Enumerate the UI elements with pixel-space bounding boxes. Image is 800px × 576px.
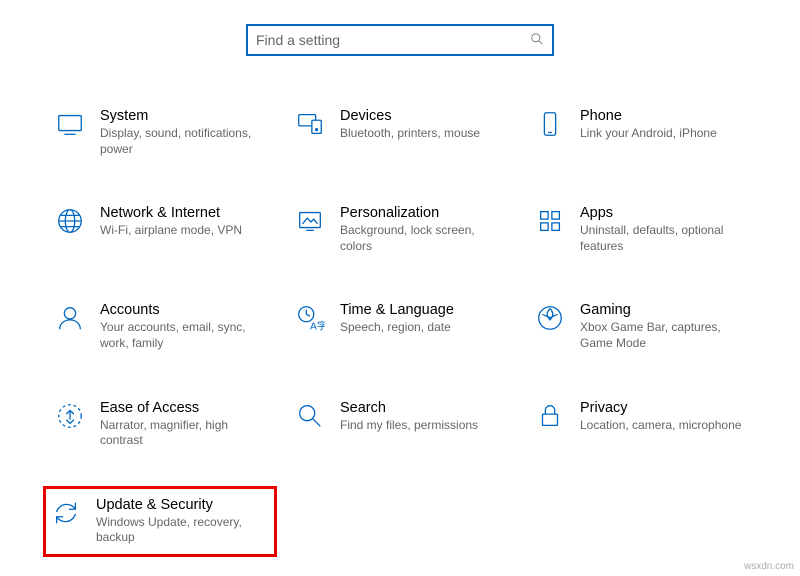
accounts-icon xyxy=(54,302,86,334)
tile-desc: Windows Update, recovery, backup xyxy=(96,515,270,546)
tile-personalization[interactable]: Personalization Background, lock screen,… xyxy=(290,201,510,258)
privacy-icon xyxy=(534,400,566,432)
tile-search[interactable]: Search Find my files, permissions xyxy=(290,396,510,453)
tile-title: Search xyxy=(340,400,506,416)
search-input[interactable] xyxy=(256,32,530,48)
tile-desc: Speech, region, date xyxy=(340,320,506,336)
devices-icon xyxy=(294,108,326,140)
tile-title: Privacy xyxy=(580,400,746,416)
tile-devices[interactable]: Devices Bluetooth, printers, mouse xyxy=(290,104,510,161)
tile-title: Apps xyxy=(580,205,746,221)
tile-desc: Bluetooth, printers, mouse xyxy=(340,126,506,142)
tile-title: Time & Language xyxy=(340,302,506,318)
ease-of-access-icon xyxy=(54,400,86,432)
watermark: wsxdn.com xyxy=(744,561,794,572)
search-category-icon xyxy=(294,400,326,432)
tile-desc: Your accounts, email, sync, work, family xyxy=(100,320,266,351)
tile-network[interactable]: Network & Internet Wi-Fi, airplane mode,… xyxy=(50,201,270,258)
tile-desc: Background, lock screen, colors xyxy=(340,223,506,254)
time-language-icon: A字 xyxy=(294,302,326,334)
tile-title: System xyxy=(100,108,266,124)
tile-title: Gaming xyxy=(580,302,746,318)
apps-icon xyxy=(534,205,566,237)
tile-desc: Narrator, magnifier, high contrast xyxy=(100,418,266,449)
tile-desc: Location, camera, microphone xyxy=(580,418,746,434)
tile-title: Update & Security xyxy=(96,497,270,513)
tile-desc: Find my files, permissions xyxy=(340,418,506,434)
tile-apps[interactable]: Apps Uninstall, defaults, optional featu… xyxy=(530,201,750,258)
update-security-icon xyxy=(50,497,82,529)
tile-system[interactable]: System Display, sound, notifications, po… xyxy=(50,104,270,161)
search-icon xyxy=(530,32,544,49)
tile-accounts[interactable]: Accounts Your accounts, email, sync, wor… xyxy=(50,298,270,355)
tile-update-security[interactable]: Update & Security Windows Update, recove… xyxy=(43,486,277,557)
svg-text:A字: A字 xyxy=(310,320,325,333)
tile-desc: Uninstall, defaults, optional features xyxy=(580,223,746,254)
tile-title: Personalization xyxy=(340,205,506,221)
tile-desc: Link your Android, iPhone xyxy=(580,126,746,142)
tile-title: Network & Internet xyxy=(100,205,266,221)
tile-privacy[interactable]: Privacy Location, camera, microphone xyxy=(530,396,750,453)
network-icon xyxy=(54,205,86,237)
tile-phone[interactable]: Phone Link your Android, iPhone xyxy=(530,104,750,161)
search-box[interactable] xyxy=(246,24,554,56)
tile-desc: Wi-Fi, airplane mode, VPN xyxy=(100,223,266,239)
settings-grid: System Display, sound, notifications, po… xyxy=(50,104,750,550)
personalization-icon xyxy=(294,205,326,237)
tile-title: Phone xyxy=(580,108,746,124)
phone-icon xyxy=(534,108,566,140)
tile-ease-of-access[interactable]: Ease of Access Narrator, magnifier, high… xyxy=(50,396,270,453)
tile-time[interactable]: A字 Time & Language Speech, region, date xyxy=(290,298,510,355)
tile-desc: Display, sound, notifications, power xyxy=(100,126,266,157)
system-icon xyxy=(54,108,86,140)
tile-desc: Xbox Game Bar, captures, Game Mode xyxy=(580,320,746,351)
tile-gaming[interactable]: Gaming Xbox Game Bar, captures, Game Mod… xyxy=(530,298,750,355)
tile-title: Devices xyxy=(340,108,506,124)
gaming-icon xyxy=(534,302,566,334)
tile-title: Accounts xyxy=(100,302,266,318)
tile-title: Ease of Access xyxy=(100,400,266,416)
